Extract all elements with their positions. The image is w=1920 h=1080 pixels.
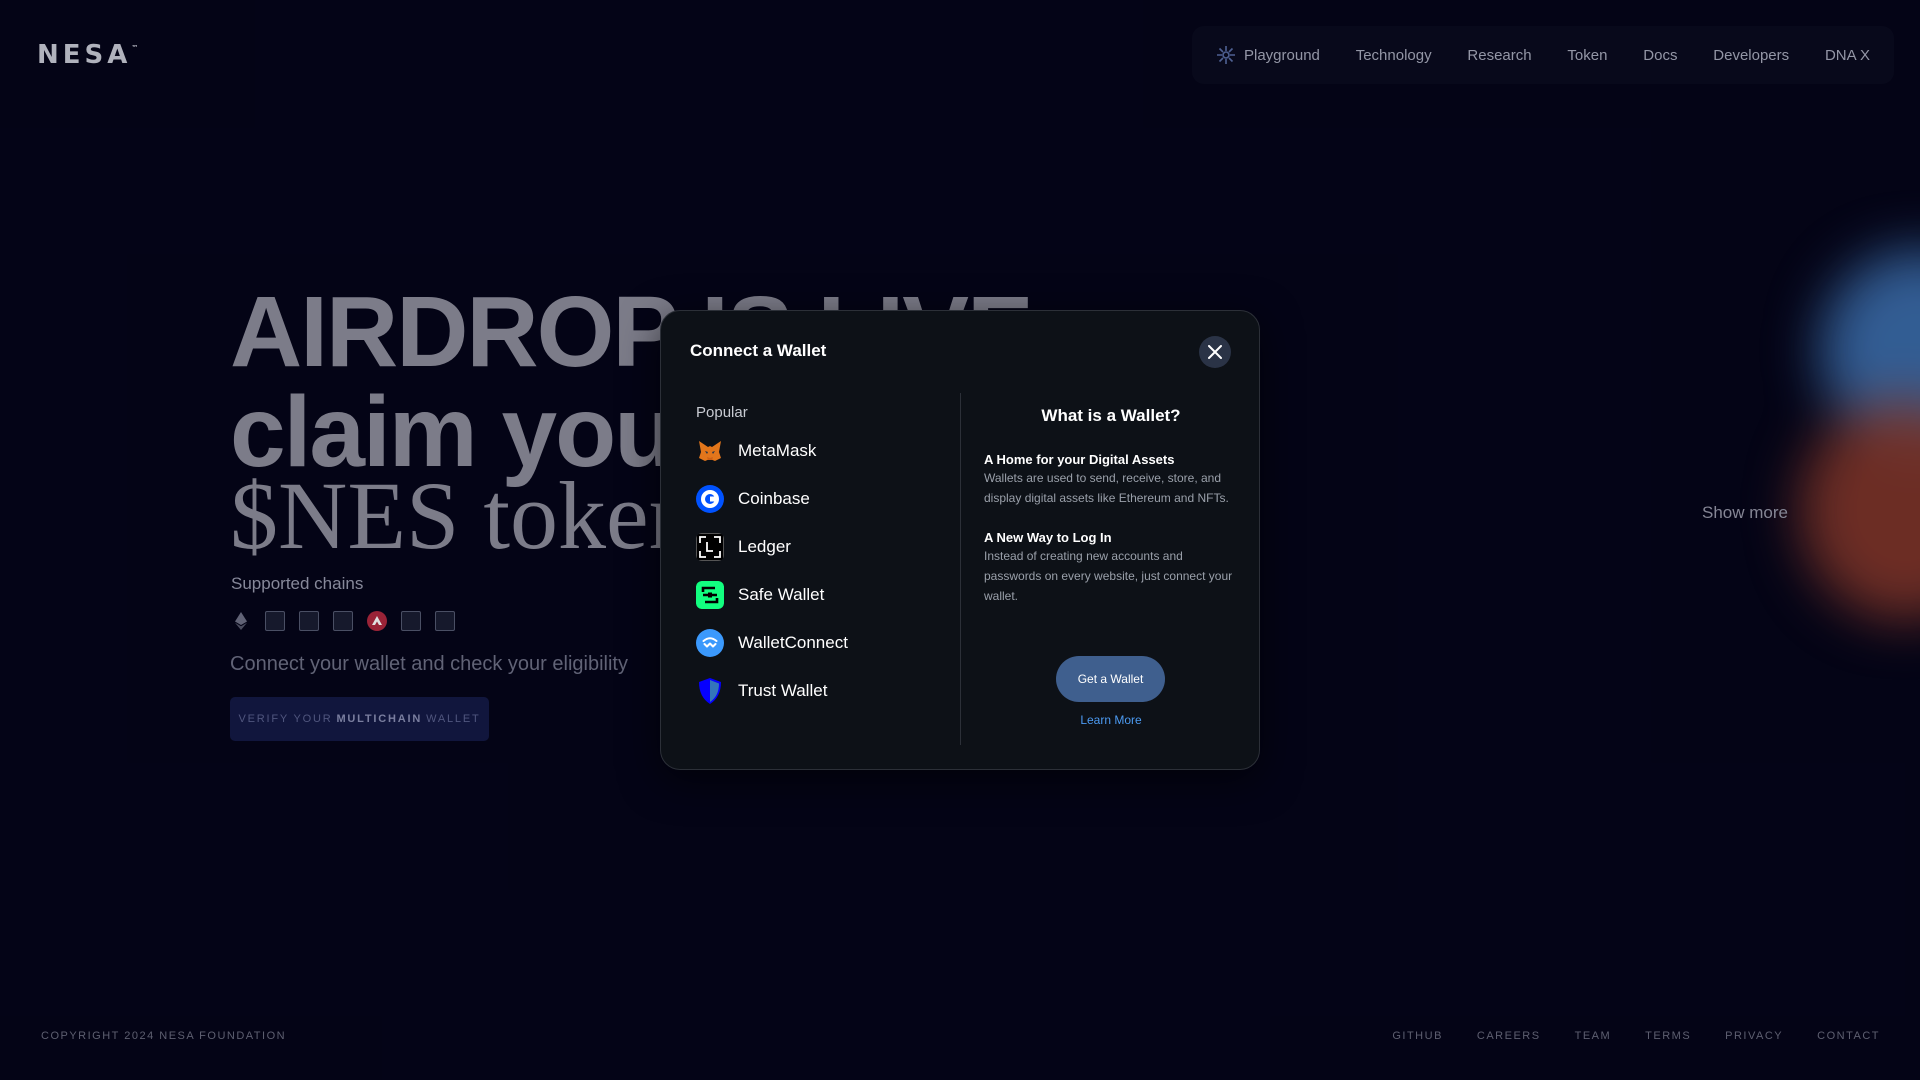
connect-wallet-modal: Connect a Wallet Popular MetaMask Coinba… bbox=[660, 310, 1260, 770]
learn-more-link[interactable]: Learn More bbox=[961, 713, 1261, 727]
wallet-option-safe-wallet[interactable]: Safe Wallet bbox=[696, 577, 946, 613]
metamask-icon bbox=[699, 441, 721, 461]
info-block-log-in: A New Way to Log In Instead of creating … bbox=[984, 530, 1239, 606]
wallet-option-metamask[interactable]: MetaMask bbox=[696, 433, 946, 469]
wallet-option-ledger[interactable]: Ledger bbox=[696, 529, 946, 565]
info-block-digital-assets: A Home for your Digital Assets Wallets a… bbox=[984, 452, 1239, 508]
wallet-option-trust-wallet[interactable]: Trust Wallet bbox=[696, 673, 946, 709]
coinbase-icon bbox=[696, 485, 724, 513]
info-text-digital-assets: Wallets are used to send, receive, store… bbox=[984, 471, 1229, 505]
what-is-wallet-title: What is a Wallet? bbox=[1041, 406, 1181, 425]
wallet-list: Popular MetaMask Coinbase Ledger Safe Wa… bbox=[696, 393, 946, 721]
modal-title: Connect a Wallet bbox=[690, 341, 827, 360]
close-icon bbox=[1208, 345, 1222, 359]
info-text-log-in: Instead of creating new accounts and pas… bbox=[984, 549, 1233, 603]
wallet-name-metamask: MetaMask bbox=[738, 441, 817, 460]
wallet-name-walletconnect: WalletConnect bbox=[738, 633, 848, 652]
trust-wallet-icon bbox=[699, 678, 721, 704]
info-title-digital-assets: A Home for your Digital Assets bbox=[984, 452, 1175, 467]
get-a-wallet-button[interactable]: Get a Wallet bbox=[1056, 656, 1165, 702]
walletconnect-icon bbox=[696, 629, 724, 657]
safe-wallet-icon bbox=[696, 581, 724, 609]
section-label-popular: Popular bbox=[696, 404, 748, 421]
wallet-name-coinbase: Coinbase bbox=[738, 489, 810, 508]
wallet-name-safe-wallet: Safe Wallet bbox=[738, 585, 825, 604]
close-button[interactable] bbox=[1199, 336, 1231, 368]
info-title-log-in: A New Way to Log In bbox=[984, 530, 1112, 545]
wallet-info-panel: What is a Wallet? A Home for your Digita… bbox=[961, 393, 1261, 727]
wallet-option-coinbase[interactable]: Coinbase bbox=[696, 481, 946, 517]
ledger-icon bbox=[696, 533, 724, 561]
wallet-option-walletconnect[interactable]: WalletConnect bbox=[696, 625, 946, 661]
wallet-name-trust-wallet: Trust Wallet bbox=[738, 681, 828, 700]
wallet-name-ledger: Ledger bbox=[738, 537, 791, 556]
